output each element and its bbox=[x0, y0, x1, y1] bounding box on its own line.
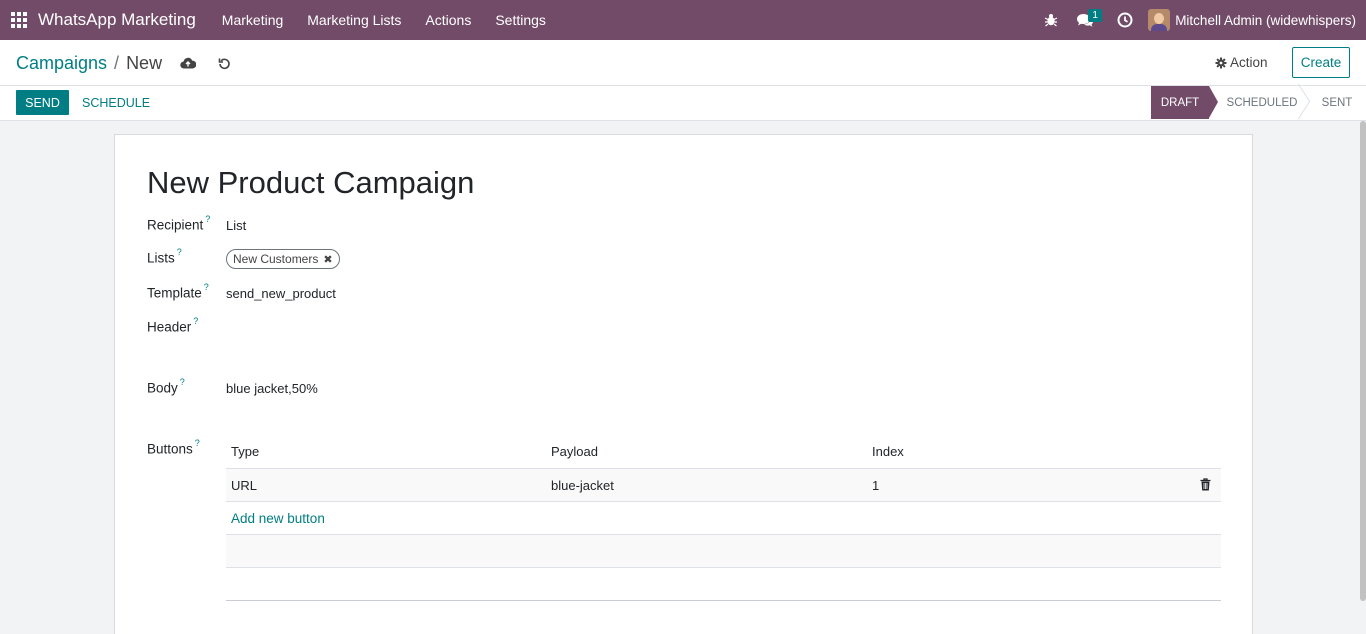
recipient-value[interactable]: List bbox=[226, 218, 246, 233]
send-button[interactable]: SEND bbox=[16, 90, 69, 115]
column-header-index[interactable]: Index bbox=[872, 435, 904, 468]
breadcrumb-campaigns-link[interactable]: Campaigns bbox=[16, 53, 107, 74]
breadcrumb-separator: / bbox=[114, 52, 120, 73]
menu-settings[interactable]: Settings bbox=[483, 0, 558, 40]
menu-actions[interactable]: Actions bbox=[413, 0, 483, 40]
trash-icon[interactable] bbox=[1200, 478, 1211, 494]
help-icon[interactable]: ? bbox=[204, 282, 209, 292]
body-label: Body? bbox=[147, 377, 185, 396]
avatar bbox=[1148, 9, 1171, 31]
stage-sent[interactable]: SENT bbox=[1313, 86, 1361, 119]
cell-payload[interactable]: blue-jacket bbox=[551, 469, 614, 502]
stage-draft[interactable]: DRAFT bbox=[1151, 86, 1218, 119]
body-value[interactable]: blue jacket,50% bbox=[226, 381, 318, 396]
status-bar: SEND SCHEDULE DRAFT SCHEDULED SENT bbox=[0, 86, 1366, 121]
action-menu-button[interactable]: Action bbox=[1215, 55, 1268, 70]
chat-icon[interactable]: 1 bbox=[1070, 0, 1103, 40]
help-icon[interactable]: ? bbox=[205, 214, 210, 224]
control-panel: Campaigns / New Action Create bbox=[0, 40, 1366, 86]
template-value[interactable]: send_new_product bbox=[226, 286, 336, 301]
create-button[interactable]: Create bbox=[1292, 47, 1350, 78]
clock-icon[interactable] bbox=[1110, 0, 1140, 40]
table-header: Type Payload Index bbox=[226, 435, 1221, 469]
buttons-label: Buttons? bbox=[147, 438, 200, 457]
breadcrumb: Campaigns / New bbox=[16, 52, 236, 74]
recipient-label: Recipient? bbox=[147, 214, 211, 233]
page-scrollbar[interactable] bbox=[1360, 121, 1366, 601]
help-icon[interactable]: ? bbox=[177, 247, 182, 257]
list-tag: New Customers ✖ bbox=[226, 249, 340, 269]
messages-count-badge: 1 bbox=[1088, 9, 1103, 22]
table-empty-row bbox=[226, 535, 1221, 568]
add-row: Add new button bbox=[226, 502, 1221, 535]
bug-icon[interactable] bbox=[1036, 0, 1066, 40]
help-icon[interactable]: ? bbox=[180, 377, 185, 387]
template-label: Template? bbox=[147, 282, 209, 301]
table-row[interactable]: URL blue-jacket 1 bbox=[226, 469, 1221, 502]
stage-scheduled[interactable]: SCHEDULED bbox=[1219, 86, 1305, 119]
top-navbar: WhatsApp Marketing Marketing Marketing L… bbox=[0, 0, 1366, 40]
buttons-table: Type Payload Index URL blue-jacket 1 Add… bbox=[226, 435, 1221, 601]
cell-index[interactable]: 1 bbox=[872, 469, 879, 502]
lists-label: Lists? bbox=[147, 247, 182, 266]
gear-icon bbox=[1215, 57, 1227, 68]
add-new-button-link[interactable]: Add new button bbox=[231, 502, 325, 535]
form-sheet: New Product Campaign Recipient? List Lis… bbox=[114, 134, 1253, 634]
campaign-title[interactable]: New Product Campaign bbox=[147, 165, 474, 201]
header-label: Header? bbox=[147, 316, 199, 335]
app-brand[interactable]: WhatsApp Marketing bbox=[38, 10, 196, 30]
menu-marketing[interactable]: Marketing bbox=[210, 0, 295, 40]
user-name: Mitchell Admin (widewhispers) bbox=[1175, 12, 1356, 28]
remove-tag-icon[interactable]: ✖ bbox=[323, 253, 332, 266]
cell-type[interactable]: URL bbox=[231, 469, 257, 502]
user-menu[interactable]: Mitchell Admin (widewhispers) bbox=[1140, 9, 1366, 31]
column-header-type[interactable]: Type bbox=[231, 435, 259, 468]
help-icon[interactable]: ? bbox=[193, 316, 198, 326]
save-cloud-icon[interactable] bbox=[176, 52, 200, 74]
schedule-button[interactable]: SCHEDULE bbox=[82, 90, 150, 115]
action-label: Action bbox=[1230, 55, 1268, 70]
column-header-payload[interactable]: Payload bbox=[551, 435, 598, 468]
breadcrumb-current: New bbox=[126, 52, 163, 73]
table-footer bbox=[226, 568, 1221, 601]
help-icon[interactable]: ? bbox=[195, 438, 200, 448]
discard-undo-icon[interactable] bbox=[212, 52, 236, 74]
apps-menu-icon[interactable] bbox=[0, 0, 38, 40]
menu-marketing-lists[interactable]: Marketing Lists bbox=[295, 0, 413, 40]
list-tag-label: New Customers bbox=[233, 252, 319, 266]
